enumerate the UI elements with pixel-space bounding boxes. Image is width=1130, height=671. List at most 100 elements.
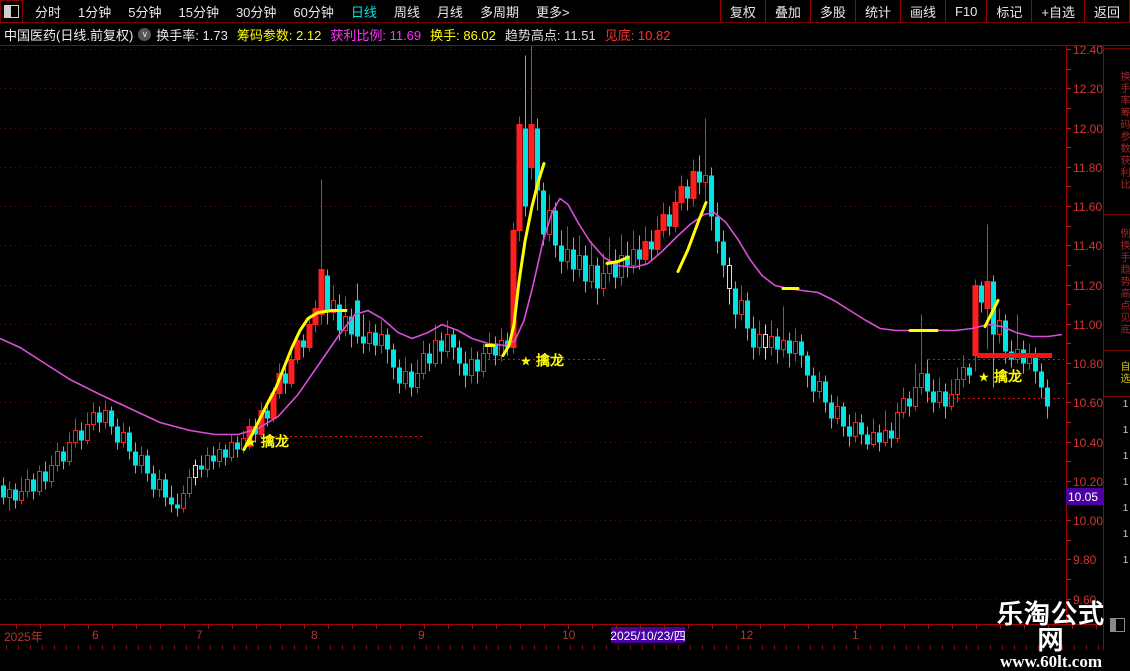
stub-tick	[306, 645, 307, 650]
stub-tick	[174, 645, 175, 650]
date-tick	[376, 625, 377, 629]
period-tab-分时[interactable]: 分时	[35, 2, 61, 21]
toolbar-button-F10[interactable]: F10	[944, 0, 986, 22]
toolbar-button-标记[interactable]: 标记	[986, 0, 1031, 22]
date-tick	[736, 625, 737, 629]
indicator-header: 中国医药(日线.前复权) ∨ 换手率: 1.73 筹码参数: 2.12 获利比例: …	[0, 23, 1130, 46]
period-tab-1分钟[interactable]: 1分钟	[78, 2, 111, 21]
date-axis-label: 1	[852, 628, 859, 642]
stub-tick	[270, 645, 271, 650]
kline-chart-canvas: ★ 擒龙 ★ 擒龙 ★ 擒龙	[0, 45, 1071, 624]
toolbar-button-叠加[interactable]: 叠加	[764, 0, 810, 22]
date-tick	[664, 625, 665, 629]
stub-tick	[162, 645, 163, 650]
signal-label: 擒龙	[261, 434, 289, 450]
stub-tick	[78, 645, 79, 650]
chevron-down-icon[interactable]: ∨	[138, 27, 152, 41]
stub-tick	[402, 645, 403, 650]
period-tab-15分钟[interactable]: 15分钟	[178, 2, 218, 21]
stub-tick	[846, 645, 847, 650]
price-axis-label: 10.40	[1073, 435, 1104, 450]
date-tick	[40, 625, 41, 629]
right-strip-tab[interactable]: 例换手趋势高点见底	[1104, 214, 1130, 349]
period-tab-月线[interactable]: 月线	[437, 2, 463, 21]
indicator-field: 换手率: 1.73	[156, 27, 228, 43]
stub-tick	[954, 645, 955, 650]
toolbar-button-画线[interactable]: 画线	[899, 0, 945, 22]
date-tick	[280, 625, 281, 629]
price-axis-label: 10.20	[1073, 474, 1104, 489]
stub-tick	[714, 645, 715, 650]
indicator-field: 筹码参数: 2.12	[236, 27, 322, 43]
date-tick	[544, 625, 545, 629]
price-axis-label: 10.00	[1073, 513, 1104, 528]
stub-tick	[366, 645, 367, 650]
stub-tick	[942, 645, 943, 650]
date-axis-label: 10	[562, 628, 576, 642]
price-axis-label: 10.60	[1073, 395, 1104, 410]
indicator-field: 见底: 10.82	[604, 27, 671, 43]
stub-tick	[42, 645, 43, 650]
stub-tick	[870, 645, 871, 650]
stub-tick	[138, 645, 139, 650]
watermark-url: www.60lt.com	[1000, 652, 1102, 671]
date-tick	[88, 625, 89, 629]
date-tick	[160, 625, 161, 629]
panel-toggle-icon[interactable]	[1110, 618, 1125, 632]
date-tick	[832, 625, 833, 629]
toolbar-button-多股[interactable]: 多股	[809, 0, 855, 22]
stub-tick	[510, 645, 511, 650]
watermark-site-name: 乐淘公式网	[996, 599, 1105, 655]
toolbar-button-统计[interactable]: 统计	[854, 0, 900, 22]
date-tick	[616, 625, 617, 629]
date-tick	[304, 625, 305, 629]
period-tab-周线[interactable]: 周线	[394, 2, 420, 21]
cursor-date-badge: 2025/10/23/四	[610, 627, 686, 643]
stub-tick	[126, 645, 127, 650]
window-split-icon[interactable]	[0, 0, 23, 23]
date-tick	[208, 625, 209, 629]
stub-tick	[390, 645, 391, 650]
date-axis: 2025/10/23/四 2025年 6 7 8 9 10 12 1	[0, 624, 1130, 646]
price-axis-label: 11.00	[1073, 317, 1103, 332]
period-tab-多周期[interactable]: 多周期	[480, 2, 519, 21]
period-tab-60分钟[interactable]: 60分钟	[293, 2, 333, 21]
period-tab-更多>[interactable]: 更多>	[536, 2, 570, 21]
stub-tick	[354, 645, 355, 650]
stub-tick	[342, 645, 343, 650]
signal-label: 擒龙	[536, 353, 564, 369]
right-strip-tab[interactable]: 换手率筹码参数获利比	[1104, 48, 1130, 213]
stub-tick	[330, 645, 331, 650]
period-tab-5分钟[interactable]: 5分钟	[128, 2, 161, 21]
toolbar-right-buttons: 复权 叠加 多股 统计 画线 F10 标记 +自选 返回	[719, 0, 1130, 22]
stub-tick	[594, 645, 595, 650]
date-axis-label: 8	[311, 628, 318, 642]
stub-tick	[810, 645, 811, 650]
stub-tick	[654, 645, 655, 650]
right-strip-tab[interactable]: 自选	[1104, 350, 1130, 395]
stub-tick	[498, 645, 499, 650]
right-strip-tab[interactable]: 1 1 1 1 1 1 1	[1104, 396, 1130, 569]
stub-tick	[726, 645, 727, 650]
date-tick	[952, 625, 953, 629]
panel-icon	[4, 4, 19, 18]
stub-tick	[990, 645, 991, 650]
date-tick	[808, 625, 809, 629]
date-tick	[976, 625, 977, 629]
period-tab-30分钟[interactable]: 30分钟	[236, 2, 276, 21]
stub-tick	[642, 645, 643, 650]
price-axis-label: 11.60	[1073, 199, 1103, 214]
period-tab-日线[interactable]: 日线	[351, 2, 377, 21]
toolbar-button-返回[interactable]: 返回	[1083, 0, 1130, 22]
date-tick	[856, 625, 857, 629]
stub-tick	[906, 645, 907, 650]
stub-tick	[18, 645, 19, 650]
date-tick	[592, 625, 593, 629]
stub-tick	[486, 645, 487, 650]
toolbar-button-+自选[interactable]: +自选	[1031, 0, 1084, 22]
date-tick	[64, 625, 65, 629]
indicator-field: 获利比例: 11.69	[330, 27, 422, 43]
stub-tick	[282, 645, 283, 650]
stub-tick	[114, 645, 115, 650]
toolbar-button-复权[interactable]: 复权	[719, 0, 765, 22]
